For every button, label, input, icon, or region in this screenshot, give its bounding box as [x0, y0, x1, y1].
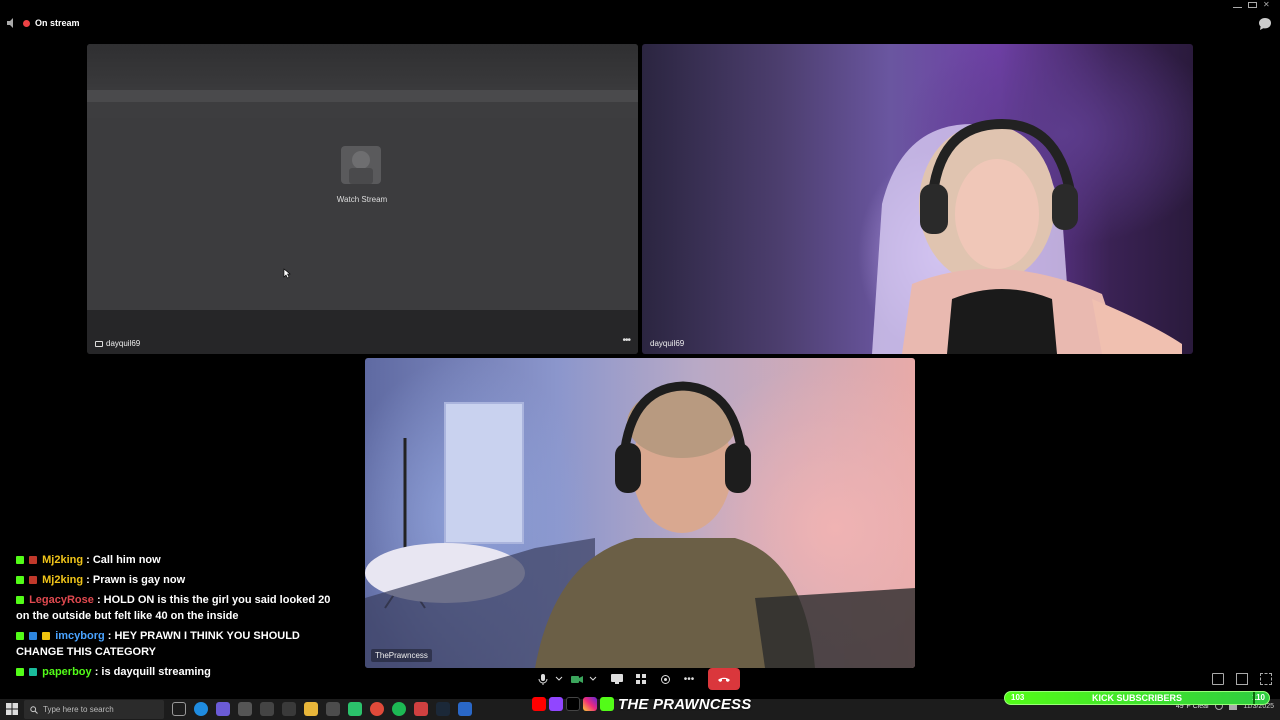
camera-main-user: ThePrawncess — [371, 649, 432, 662]
webcam-feed-main — [365, 381, 915, 668]
phone-hangup-icon — [718, 677, 730, 682]
hang-up-button[interactable] — [708, 668, 740, 690]
camera-girl-user: dayquil69 — [650, 339, 685, 348]
mic-options-chevron-icon[interactable] — [550, 670, 568, 688]
minimize-icon[interactable] — [1233, 2, 1242, 8]
watch-stream-button[interactable]: Watch Stream — [302, 192, 422, 208]
steam-icon[interactable] — [436, 702, 450, 716]
chat-username: LegacyRose — [29, 594, 94, 606]
spotify-icon[interactable] — [392, 702, 406, 716]
windows-start-icon[interactable] — [6, 703, 18, 715]
subscriber-goal-bar: 103 KICK SUBSCRIBERS 110 — [1004, 691, 1270, 705]
activities-icon[interactable] — [632, 670, 650, 688]
fullscreen-icon[interactable] — [1260, 673, 1272, 685]
close-icon[interactable]: ✕ — [1263, 1, 1272, 9]
chat-username: imcyborg — [55, 630, 105, 642]
taskbar-apps — [172, 702, 472, 716]
mod-badge-icon — [29, 632, 38, 640]
search-icon — [30, 705, 38, 714]
copilot-icon[interactable] — [216, 702, 230, 716]
chat-message: paperboy : is dayquill streaming — [16, 664, 346, 680]
speaker-icon[interactable] — [6, 17, 18, 29]
subgoal-progress-marker — [1253, 692, 1256, 704]
app-icon[interactable] — [414, 702, 428, 716]
chat-overlay: Mj2king : Call him now Mj2king : Prawn i… — [16, 552, 346, 684]
call-controls: ••• — [530, 668, 742, 690]
stream-tile-user: dayquil69 — [106, 339, 141, 348]
app-icon[interactable] — [348, 702, 362, 716]
taskbar-search[interactable]: Type here to search — [24, 700, 164, 719]
brand-name: THE PRAWNCESS — [618, 696, 752, 713]
screen-share-icon — [95, 340, 103, 347]
stream-status: On stream — [6, 17, 80, 29]
cursor-icon — [283, 268, 291, 279]
app-icon[interactable] — [260, 702, 274, 716]
app-icon[interactable] — [326, 702, 340, 716]
search-placeholder: Type here to search — [43, 705, 114, 714]
camera-options-chevron-icon[interactable] — [584, 670, 602, 688]
edge-icon[interactable] — [194, 702, 208, 716]
sub-badge-icon — [29, 556, 38, 564]
chat-message: Mj2king : Call him now — [16, 552, 346, 568]
kick-badge-icon — [16, 556, 24, 564]
social-icons — [532, 697, 614, 711]
screen-share-button-icon[interactable] — [608, 670, 626, 688]
chat-username: Mj2king — [42, 574, 84, 586]
task-view-icon[interactable] — [172, 702, 186, 716]
explorer-icon[interactable] — [304, 702, 318, 716]
kick-icon — [600, 697, 614, 711]
app-icon[interactable] — [282, 702, 296, 716]
chat-username: paperboy — [42, 666, 92, 678]
sub-badge-icon — [29, 576, 38, 584]
app-icon[interactable] — [458, 702, 472, 716]
more-options-icon[interactable]: ••• — [622, 335, 630, 346]
kick-badge-icon — [16, 668, 24, 676]
live-dot-icon — [23, 19, 30, 27]
chat-message: LegacyRose : HOLD ON is this the girl yo… — [16, 592, 346, 624]
chat-message: Mj2king : Prawn is gay now — [16, 572, 346, 588]
more-options-call-icon[interactable]: ••• — [680, 670, 698, 688]
view-controls — [1212, 673, 1272, 685]
stream-preview-header — [87, 44, 638, 90]
stream-thumbnail-icon — [341, 146, 381, 184]
stream-preview-footer — [87, 310, 638, 354]
maximize-icon[interactable] — [1248, 2, 1257, 8]
stream-status-label: On stream — [35, 18, 80, 28]
camera-tile-girl[interactable]: dayquil69 — [642, 44, 1193, 354]
chat-bubble-icon[interactable] — [1258, 17, 1272, 31]
camera-tile-main[interactable]: ThePrawncess — [365, 358, 915, 668]
twitch-icon — [549, 697, 563, 711]
kick-badge-icon — [16, 632, 24, 640]
window-controls: ✕ — [1233, 1, 1272, 9]
chat-username: Mj2king — [42, 554, 84, 566]
chat-text: : Prawn is gay now — [86, 574, 186, 586]
kick-badge-icon — [16, 576, 24, 584]
soundboard-icon[interactable] — [656, 670, 674, 688]
kick-badge-icon — [16, 596, 24, 604]
popout-icon[interactable] — [1236, 673, 1248, 685]
x-icon — [566, 697, 580, 711]
chat-message: imcyborg : HEY PRAWN I THINK YOU SHOULD … — [16, 628, 346, 660]
stream-preview-toolbar — [87, 90, 638, 102]
pin-icon[interactable] — [1212, 673, 1224, 685]
stream-tile-label: dayquil69 — [95, 339, 140, 348]
chrome-icon[interactable] — [370, 702, 384, 716]
instagram-icon — [583, 697, 597, 711]
chat-text: : is dayquill streaming — [94, 666, 211, 678]
webcam-feed-girl — [872, 118, 1182, 354]
app-icon[interactable] — [238, 702, 252, 716]
stream-preview-nav — [87, 102, 638, 118]
sub-badge-icon — [42, 632, 51, 640]
youtube-icon — [532, 697, 546, 711]
chat-text: : Call him now — [86, 554, 161, 566]
subgoal-label: KICK SUBSCRIBERS — [1091, 693, 1182, 703]
sub-badge-icon — [29, 668, 38, 676]
camera-girl-label: dayquil69 — [650, 339, 684, 348]
top-bar: On stream ✕ — [0, 0, 1280, 44]
stream-tile[interactable]: Watch Stream dayquil69 ••• — [87, 44, 638, 354]
